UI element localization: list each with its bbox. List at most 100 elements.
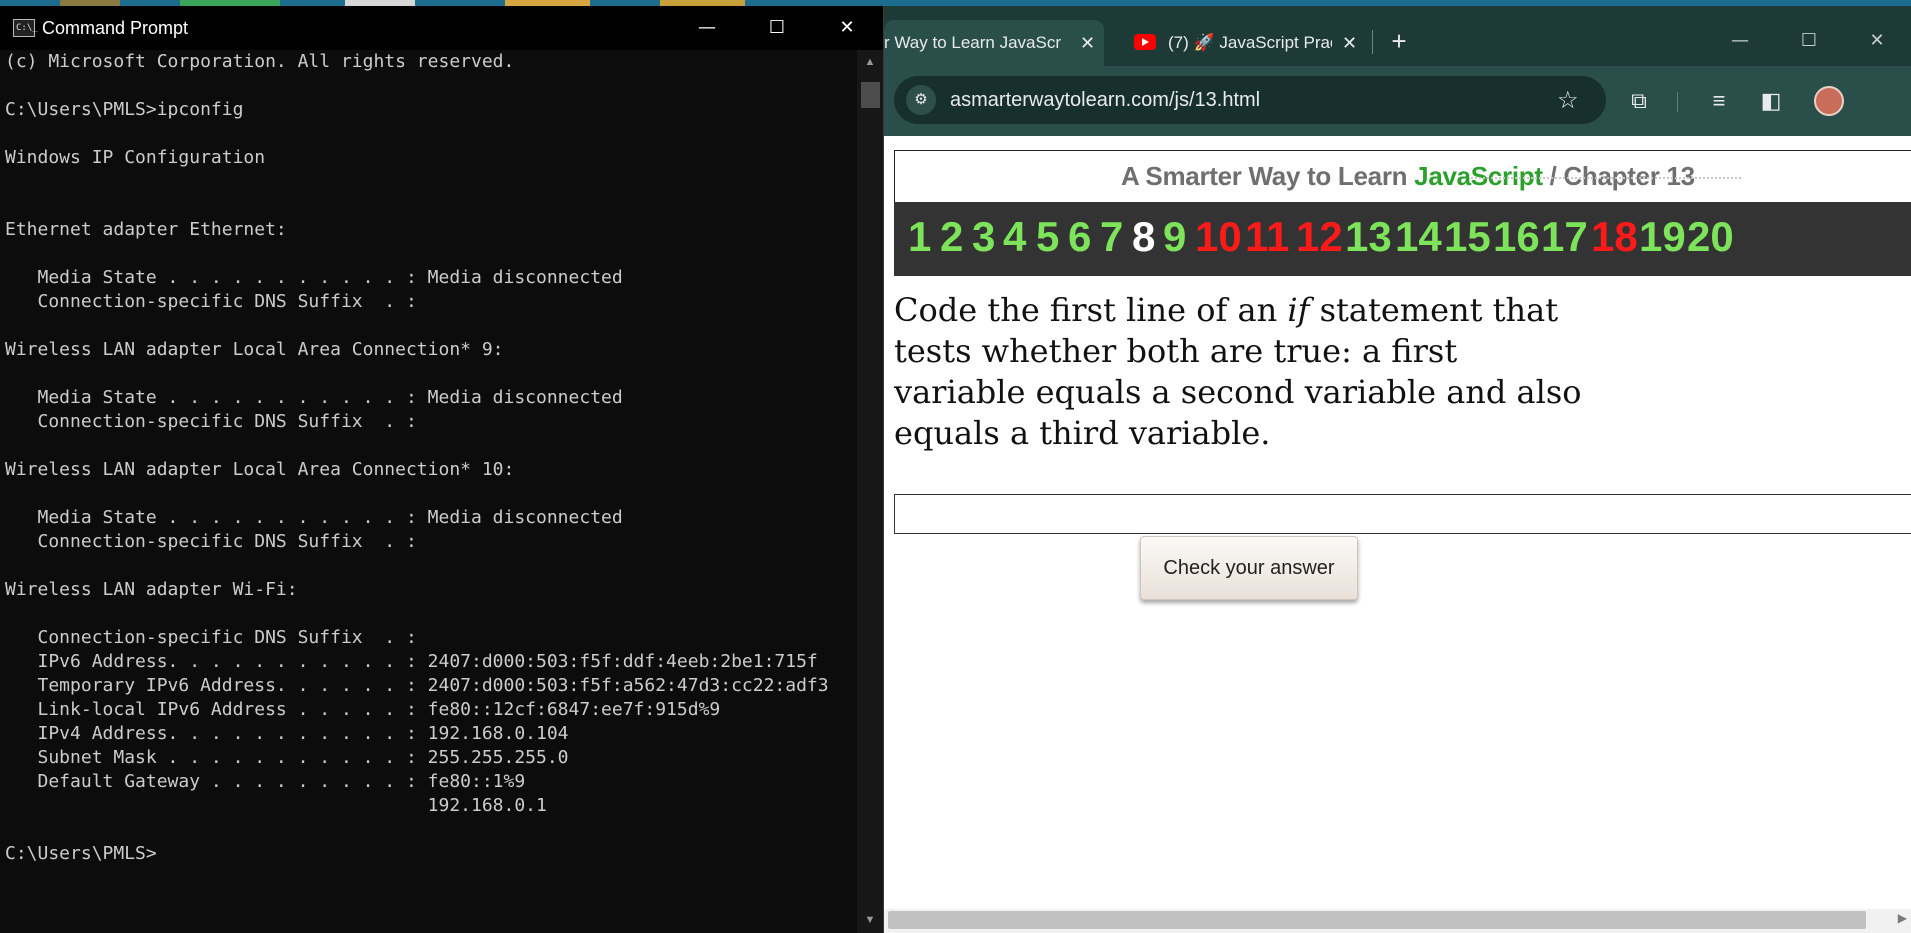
chapter-link-6[interactable]: 6 [1068, 213, 1091, 261]
scroll-right-icon[interactable]: ▶ [1898, 911, 1907, 925]
cmd-line [5, 194, 855, 218]
page-header: A Smarter Way to Learn JavaScript / Chap… [894, 150, 1911, 204]
site-info-icon[interactable]: ⚙ [906, 85, 936, 115]
tab-youtube-practice[interactable]: (7) 🚀 JavaScript Practice Probl ✕ [1134, 20, 1366, 66]
new-tab-button[interactable]: + [1382, 24, 1416, 58]
cmd-line [5, 314, 855, 338]
chapter-link-8[interactable]: 8 [1132, 213, 1155, 261]
chapter-link-11[interactable]: 11 [1245, 213, 1289, 261]
chrome-minimize-button[interactable]: — [1706, 6, 1774, 66]
tab-title: (7) 🚀 JavaScript Practice Probl [1168, 33, 1332, 52]
header-dotted-rule [1471, 177, 1741, 179]
command-prompt-window: C:\_ Command Prompt — ☐ ✕ (c) Microsoft … [0, 6, 884, 933]
page-scroll-thumb[interactable] [888, 911, 1866, 929]
cmd-line: IPv6 Address. . . . . . . . . . . : 2407… [5, 651, 818, 672]
chapter-link-19[interactable]: 19 [1639, 213, 1686, 261]
cmd-titlebar[interactable]: C:\_ Command Prompt — ☐ ✕ [0, 6, 883, 50]
cmd-line: Connection-specific DNS Suffix . : [5, 291, 417, 312]
chapter-link-13[interactable]: 13 [1345, 213, 1392, 261]
chrome-maximize-button[interactable]: ☐ [1775, 6, 1843, 66]
cmd-line [5, 602, 855, 626]
cmd-line: Wireless LAN adapter Local Area Connecti… [5, 459, 515, 480]
cmd-line [5, 170, 855, 194]
chapter-link-17[interactable]: 17 [1541, 213, 1588, 261]
cmd-line [5, 242, 855, 266]
page-horizontal-scrollbar[interactable]: ▶ [884, 909, 1911, 933]
address-bar[interactable]: ⚙ asmarterwaytolearn.com/js/13.html ☆ [894, 76, 1606, 124]
chapter-link-14[interactable]: 14 [1395, 213, 1442, 261]
cmd-line: Wireless LAN adapter Wi-Fi: [5, 579, 298, 600]
profile-avatar[interactable] [1814, 86, 1844, 116]
cmd-line: (c) Microsoft Corporation. All rights re… [5, 51, 515, 72]
tab-separator [1372, 30, 1373, 54]
cmd-line [5, 434, 855, 458]
scroll-down-icon[interactable]: ▼ [857, 914, 883, 926]
scroll-up-icon[interactable]: ▲ [857, 56, 883, 68]
chapter-link-10[interactable]: 10 [1195, 213, 1242, 261]
cmd-output[interactable]: (c) Microsoft Corporation. All rights re… [5, 50, 855, 930]
cmd-line: Media State . . . . . . . . . . . : Medi… [5, 267, 623, 288]
exercise-question: Code the first line of an if statement t… [894, 290, 1584, 454]
cmd-line [5, 362, 855, 386]
cmd-line: Subnet Mask . . . . . . . . . . . : 255.… [5, 747, 569, 768]
cmd-line: Connection-specific DNS Suffix . : [5, 627, 417, 648]
cmd-line [5, 554, 855, 578]
cmd-close-button[interactable]: ✕ [812, 6, 882, 50]
browser-toolbar: ⚙ asmarterwaytolearn.com/js/13.html ☆ ⧉ … [884, 66, 1911, 136]
chapter-link-1[interactable]: 1 [908, 213, 931, 261]
cmd-line [5, 482, 855, 506]
cmd-line: Ethernet adapter Ethernet: [5, 219, 287, 240]
title-prefix: A Smarter Way to Learn [1121, 161, 1415, 191]
tab-close-icon[interactable]: ✕ [1342, 20, 1357, 66]
chrome-close-button[interactable]: ✕ [1843, 6, 1911, 66]
tab-close-icon[interactable]: ✕ [1080, 20, 1095, 66]
answer-textarea[interactable] [894, 494, 1911, 534]
chapter-nav: 1 2 3 4 5 6 7 8 9 10 11 12 13 14 15 16 17 18 19 20 [894, 202, 1911, 276]
cmd-line: Connection-specific DNS Suffix . : [5, 411, 417, 432]
tab-javascript-course[interactable]: r Way to Learn JavaScr ✕ [884, 20, 1104, 66]
chrome-window: r Way to Learn JavaScr ✕ (7) 🚀 JavaScrip… [884, 6, 1911, 933]
extensions-icon[interactable]: ⧉ [1622, 84, 1656, 118]
cmd-line: C:\Users\PMLS>ipconfig [5, 99, 244, 120]
question-text-before: Code the first line of an [894, 291, 1288, 329]
chapter-link-9[interactable]: 9 [1163, 213, 1186, 261]
question-keyword: if [1287, 291, 1310, 329]
cmd-scrollbar[interactable]: ▲ ▼ [857, 50, 883, 933]
bookmark-star-icon[interactable]: ☆ [1557, 86, 1579, 115]
title-brand: JavaScript [1414, 161, 1543, 191]
chapter-link-3[interactable]: 3 [972, 213, 995, 261]
cmd-line [5, 74, 855, 98]
check-answer-button[interactable]: Check your answer [1140, 536, 1358, 600]
cmd-line: 192.168.0.1 [5, 795, 547, 816]
chapter-link-2[interactable]: 2 [940, 213, 963, 261]
cmd-title: Command Prompt [42, 18, 189, 38]
chapter-link-7[interactable]: 7 [1100, 213, 1123, 261]
cmd-line [5, 818, 855, 842]
chapter-link-12[interactable]: 12 [1296, 213, 1343, 261]
chapter-link-16[interactable]: 16 [1493, 213, 1540, 261]
chapter-link-20[interactable]: 20 [1687, 213, 1734, 261]
toolbar-divider [1677, 92, 1678, 112]
tab-strip: r Way to Learn JavaScr ✕ (7) 🚀 JavaScrip… [884, 6, 1911, 66]
cmd-icon: C:\_ [13, 19, 38, 37]
title-chapter: / Chapter 13 [1542, 161, 1696, 191]
web-page: A Smarter Way to Learn JavaScript / Chap… [884, 136, 1911, 916]
cmd-scroll-thumb[interactable] [861, 82, 880, 108]
cmd-line: Connection-specific DNS Suffix . : [5, 531, 417, 552]
cmd-line: IPv4 Address. . . . . . . . . . . : 192.… [5, 723, 569, 744]
cmd-maximize-button[interactable]: ☐ [742, 6, 812, 50]
cmd-line: Default Gateway . . . . . . . . . : fe80… [5, 771, 526, 792]
cmd-line: Windows IP Configuration [5, 147, 266, 168]
cmd-line: Media State . . . . . . . . . . . : Medi… [5, 507, 623, 528]
url-text[interactable]: asmarterwaytolearn.com/js/13.html [950, 89, 1260, 112]
chapter-link-4[interactable]: 4 [1003, 213, 1026, 261]
chapter-link-15[interactable]: 15 [1444, 213, 1491, 261]
tab-title: r Way to Learn JavaScr [884, 33, 1061, 52]
cmd-line: Temporary IPv6 Address. . . . . . : 2407… [5, 675, 829, 696]
cmd-minimize-button[interactable]: — [672, 6, 742, 50]
cmd-line [5, 122, 855, 146]
side-panel-icon[interactable]: ◧ [1754, 84, 1788, 118]
media-control-icon[interactable]: ≡ [1702, 84, 1736, 118]
chapter-link-5[interactable]: 5 [1036, 213, 1059, 261]
chapter-link-18[interactable]: 18 [1591, 213, 1638, 261]
